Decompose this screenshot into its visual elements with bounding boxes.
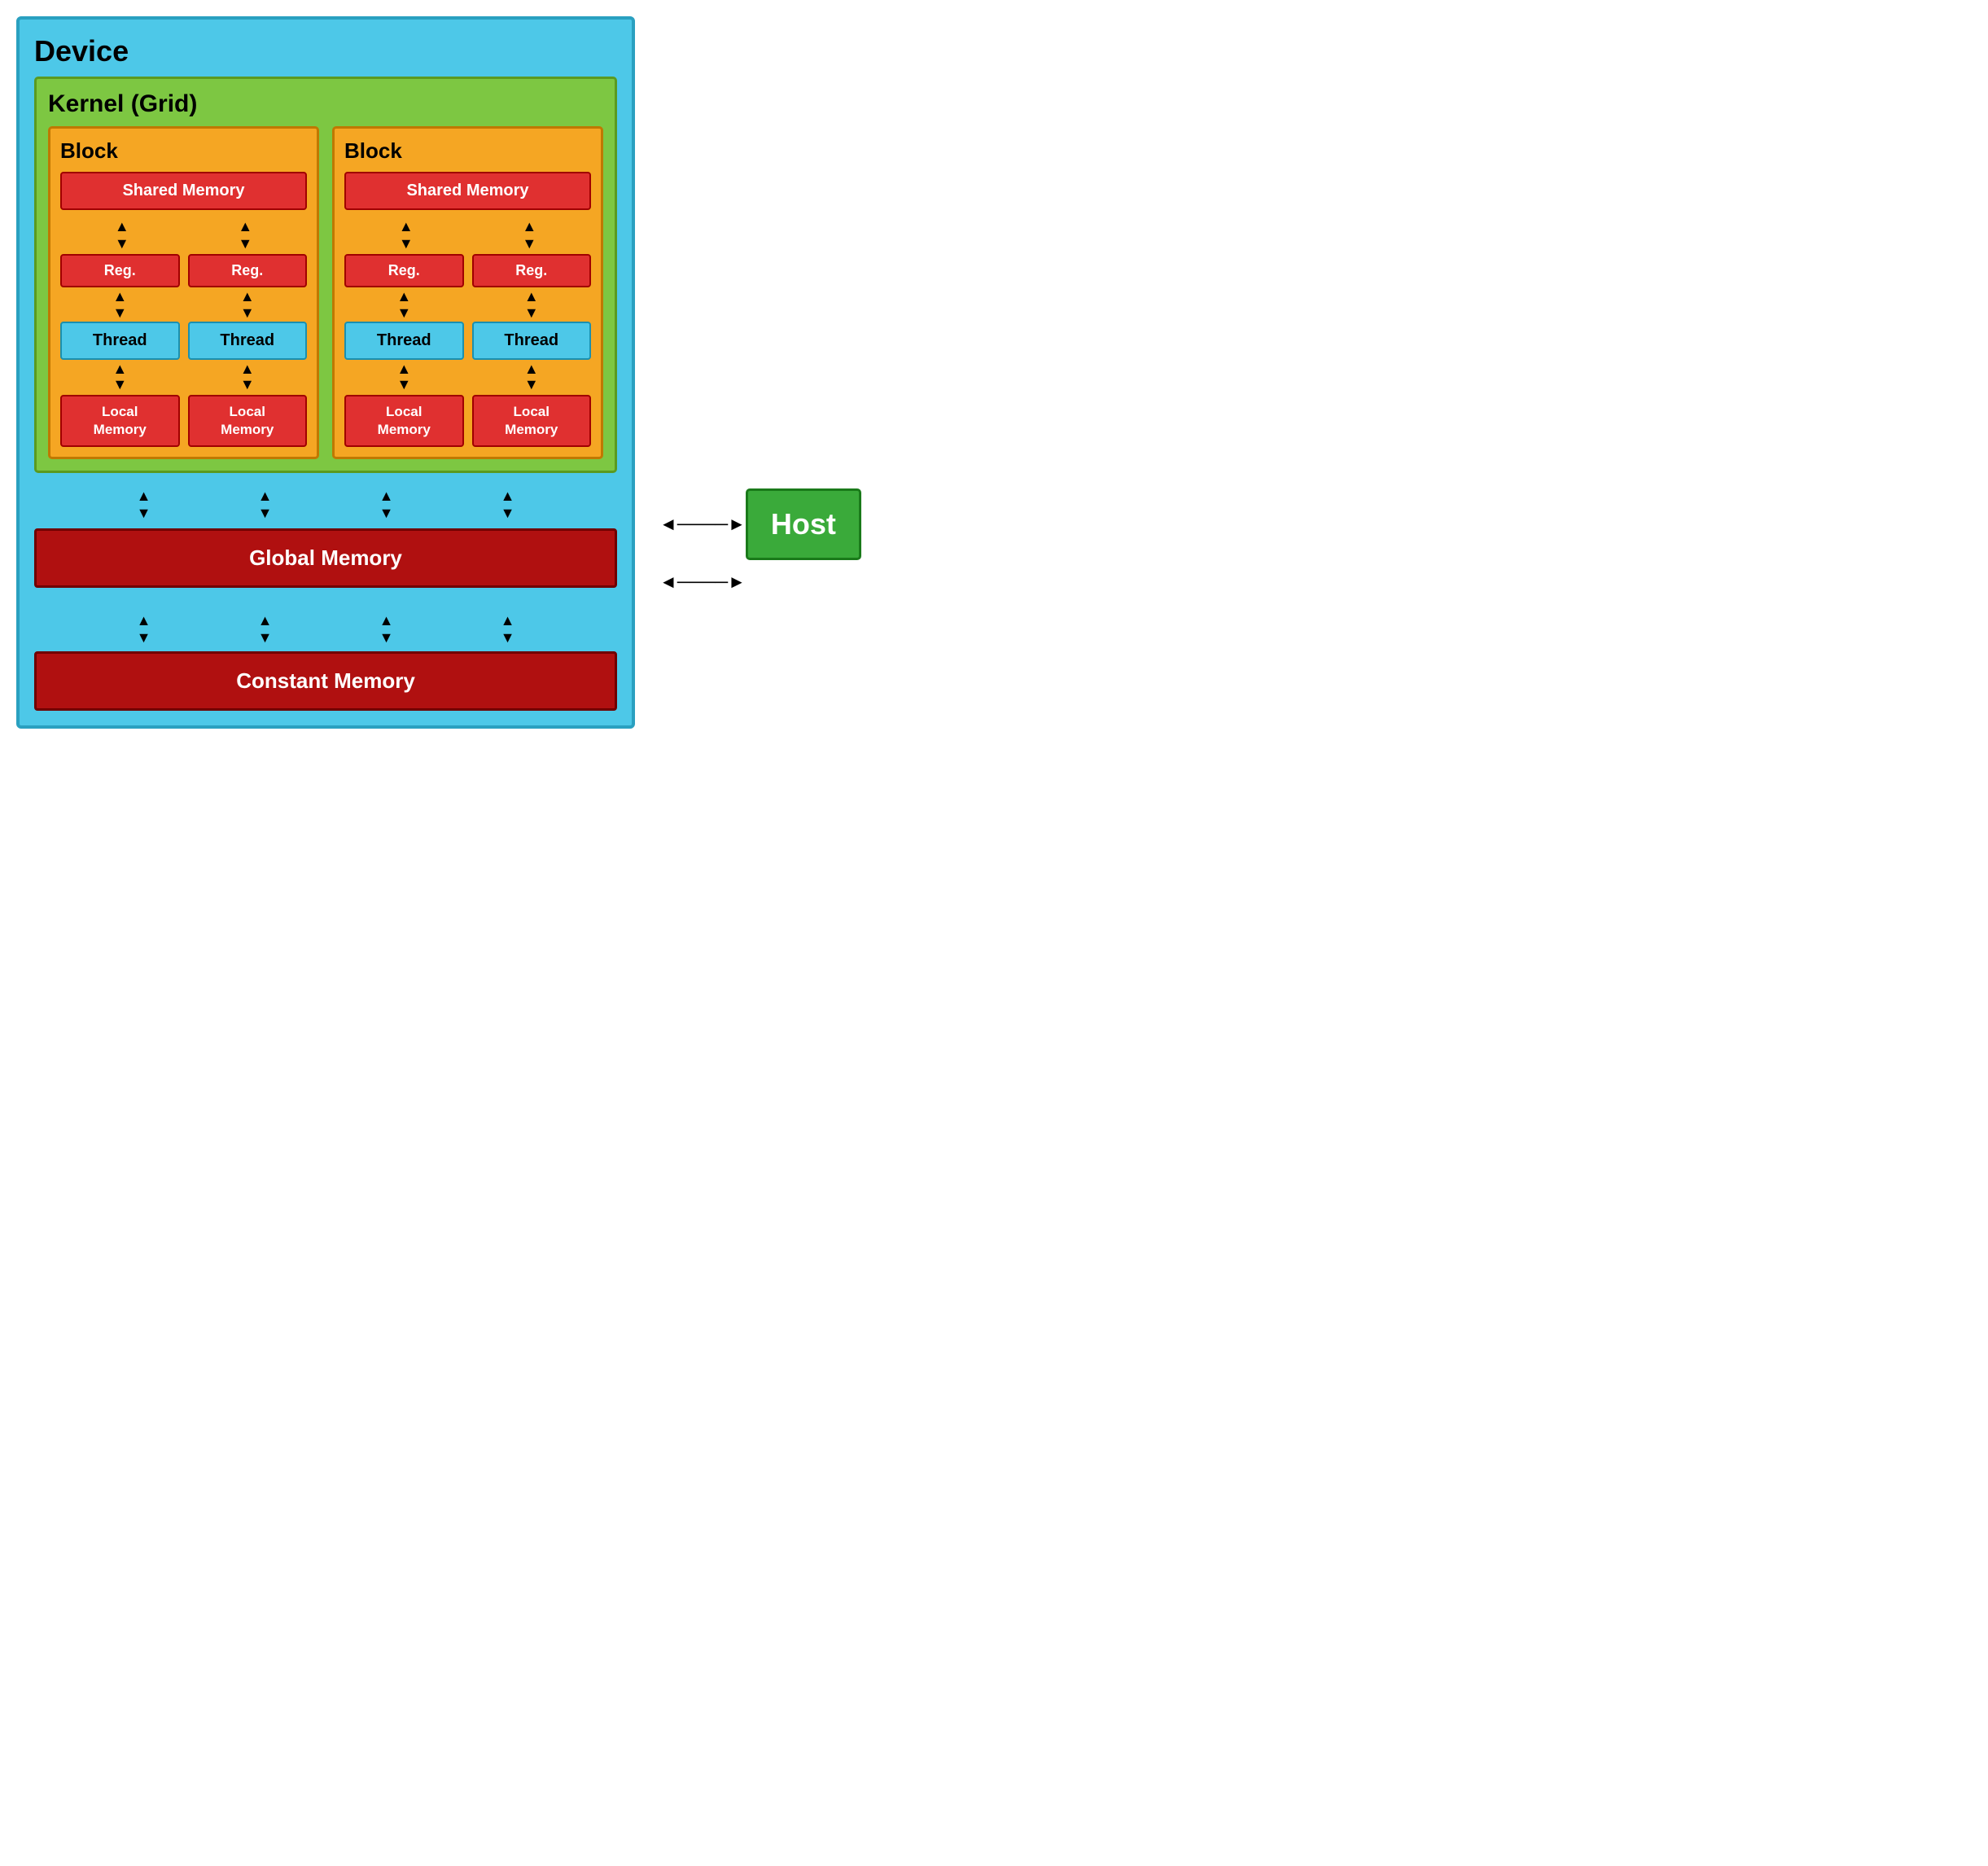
reg1-arrow-up: ▲ xyxy=(112,289,127,305)
to-global-arrow-4: ▲ xyxy=(501,488,515,505)
block-1-label: Block xyxy=(60,138,307,164)
global-memory-label: Global Memory xyxy=(249,545,402,570)
host-label: Host xyxy=(771,507,836,541)
constant-memory-box: Constant Memory xyxy=(34,651,617,711)
kernel-box: Kernel (Grid) Block Shared Memory ▲ ▼ xyxy=(34,77,617,473)
global-arrow-left: ◄────► xyxy=(659,514,746,535)
to-global-arrow-2: ▲ xyxy=(258,488,273,505)
constant-memory-label: Constant Memory xyxy=(236,668,415,693)
block-1-thread-pair: Reg. ▲ ▼ Thread ▲ ▼ xyxy=(60,254,307,447)
b2-reg1-arrow-up: ▲ xyxy=(396,289,411,305)
b2-thread2-arrow-down: ▼ xyxy=(524,377,539,393)
to-const-arrow-2: ▲ xyxy=(258,612,273,629)
block-2-thread-col-2: Reg. ▲ ▼ Thread ▲ ▼ xyxy=(472,254,592,447)
block-2: Block Shared Memory ▲ ▼ ▲ ▼ xyxy=(332,126,603,459)
reg2-arrow-down: ▼ xyxy=(240,305,255,322)
block-1-shared-memory: Shared Memory xyxy=(60,172,307,210)
device-label: Device xyxy=(34,34,617,68)
block-2-reg-1: Reg. xyxy=(344,254,464,287)
b2-reg1-arrow-down: ▼ xyxy=(396,305,411,322)
thread1-arrow-up: ▲ xyxy=(112,361,127,378)
block-1-thread-col-2: Reg. ▲ ▼ Thread ▲ ▼ xyxy=(188,254,308,447)
b2-thread1-arrow-down: ▼ xyxy=(396,377,411,393)
block-2-reg-2: Reg. xyxy=(472,254,592,287)
to-const-arrow-4b: ▼ xyxy=(501,629,515,646)
block-2-thread-col-1: Reg. ▲ ▼ Thread ▲ ▼ xyxy=(344,254,464,447)
reg2-arrow-up: ▲ xyxy=(240,289,255,305)
global-memory-box: Global Memory xyxy=(34,528,617,588)
block-1-thread-col-1: Reg. ▲ ▼ Thread ▲ ▼ xyxy=(60,254,180,447)
to-const-arrow-3b: ▼ xyxy=(379,629,394,646)
to-global-arrow-1b: ▼ xyxy=(137,505,151,522)
block-1-reg-2: Reg. xyxy=(188,254,308,287)
outer-container: Device Kernel (Grid) Block Shared Memory… xyxy=(16,16,861,729)
block-2-shared-memory: Shared Memory xyxy=(344,172,591,210)
thread2-arrow-up: ▲ xyxy=(240,361,255,378)
block-1: Block Shared Memory ▲ ▼ ▲ ▼ xyxy=(48,126,319,459)
to-const-arrow-4: ▲ xyxy=(501,612,515,629)
to-const-arrow-3: ▲ xyxy=(379,612,394,629)
kernel-label: Kernel (Grid) xyxy=(48,90,603,118)
constant-host-row: ◄────► xyxy=(659,572,861,593)
reg1-arrow-down: ▼ xyxy=(112,305,127,322)
to-global-arrow-3: ▲ xyxy=(379,488,394,505)
block-2-thread-1: Thread xyxy=(344,322,464,360)
to-global-arrow-4b: ▼ xyxy=(501,505,515,522)
right-panel: ◄────► Host ◄────► xyxy=(659,16,861,593)
b2-arrow-down-2: ▼ xyxy=(522,235,536,252)
b2-reg2-arrow-up: ▲ xyxy=(524,289,539,305)
arrow-down-1: ▼ xyxy=(115,235,129,252)
blocks-row: Block Shared Memory ▲ ▼ ▲ ▼ xyxy=(48,126,603,459)
constant-memory-row: Constant Memory xyxy=(34,651,617,711)
b2-arrow-up-1: ▲ xyxy=(399,218,414,235)
to-global-arrow-3b: ▼ xyxy=(379,505,394,522)
b2-reg2-arrow-down: ▼ xyxy=(524,305,539,322)
global-memory-row: Global Memory xyxy=(34,528,617,599)
block-1-local-2: Local Memory xyxy=(188,395,308,447)
constant-arrow-left: ◄────► xyxy=(659,572,746,593)
block-1-local-1: Local Memory xyxy=(60,395,180,447)
to-const-arrow-1: ▲ xyxy=(137,612,151,629)
block-1-thread-2: Thread xyxy=(188,322,308,360)
global-host-row: ◄────► Host xyxy=(659,488,861,560)
to-global-arrow-1: ▲ xyxy=(137,488,151,505)
b2-thread2-arrow-up: ▲ xyxy=(524,361,539,378)
thread1-arrow-down: ▼ xyxy=(112,377,127,393)
block-2-thread-pair: Reg. ▲ ▼ Thread ▲ ▼ xyxy=(344,254,591,447)
device-box: Device Kernel (Grid) Block Shared Memory… xyxy=(16,16,635,729)
spacer xyxy=(659,16,861,488)
arrow-down-2: ▼ xyxy=(238,235,252,252)
block-2-thread-2: Thread xyxy=(472,322,592,360)
b2-arrow-down-1: ▼ xyxy=(399,235,414,252)
host-box: Host xyxy=(746,488,861,560)
block-1-reg-1: Reg. xyxy=(60,254,180,287)
thread2-arrow-down: ▼ xyxy=(240,377,255,393)
arrow-up-1: ▲ xyxy=(115,218,129,235)
b2-thread1-arrow-up: ▲ xyxy=(396,361,411,378)
to-global-arrow-2b: ▼ xyxy=(258,505,273,522)
to-const-arrow-2b: ▼ xyxy=(258,629,273,646)
arrow-up-2: ▲ xyxy=(238,218,252,235)
b2-arrow-up-2: ▲ xyxy=(522,218,536,235)
device-section: Device Kernel (Grid) Block Shared Memory… xyxy=(16,16,635,729)
block-2-label: Block xyxy=(344,138,591,164)
block-1-thread-1: Thread xyxy=(60,322,180,360)
block-2-local-1: Local Memory xyxy=(344,395,464,447)
to-const-arrow-1b: ▼ xyxy=(137,629,151,646)
block-2-local-2: Local Memory xyxy=(472,395,592,447)
